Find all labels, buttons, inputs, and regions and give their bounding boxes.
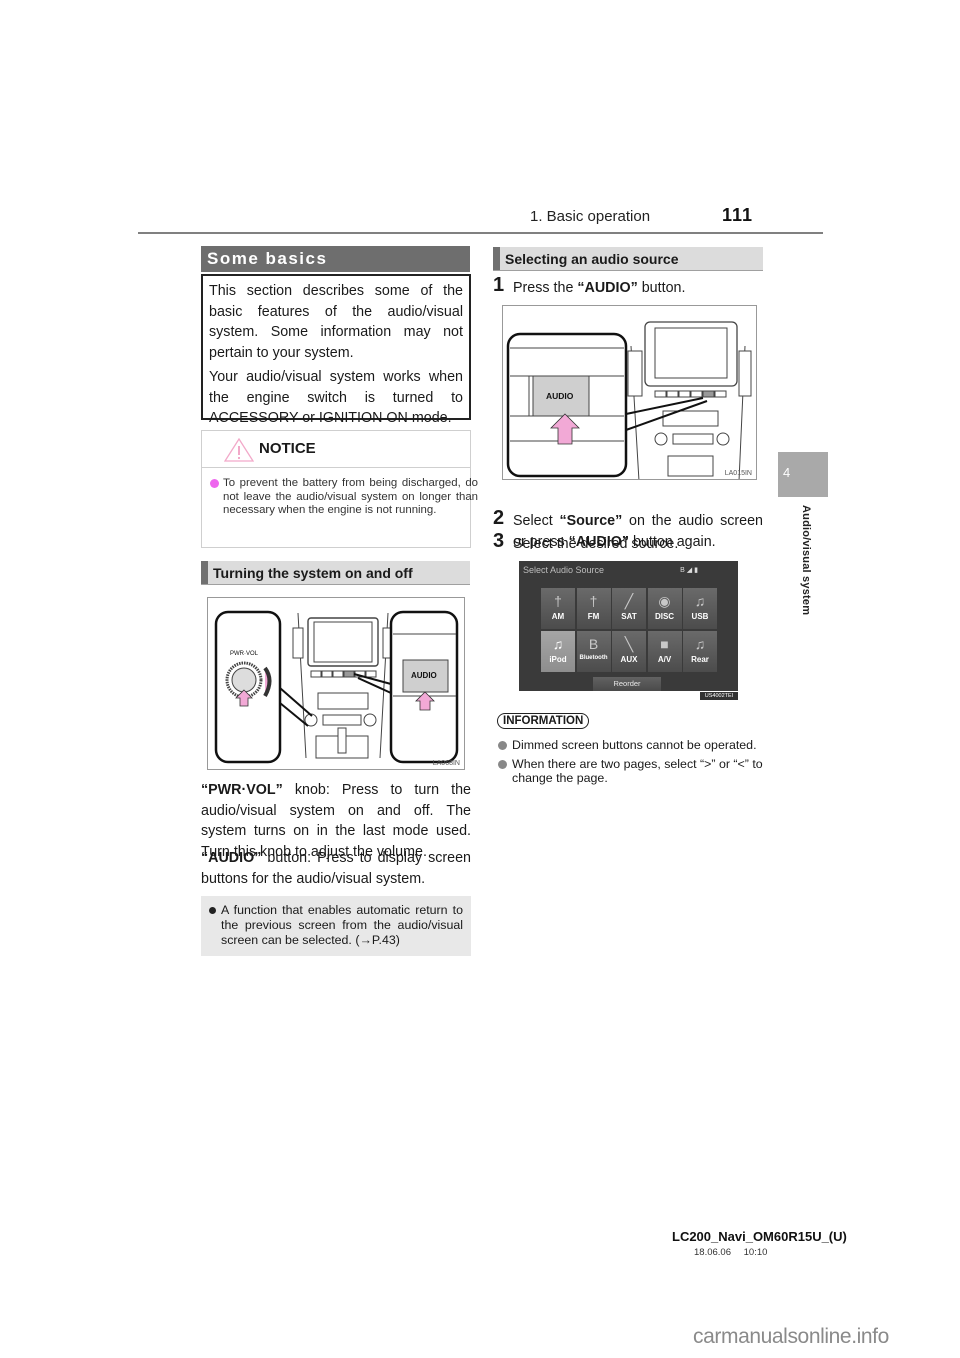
running-header-section: 1. Basic operation — [530, 208, 651, 225]
step-number: 2 — [493, 507, 505, 529]
step-text: Press the “AUDIO” button. — [513, 280, 686, 296]
source-button-rear[interactable]: ♫ Rear — [683, 630, 717, 672]
chapter-number: 4 — [783, 465, 791, 480]
intro-box: This section describes some of the basic… — [201, 274, 471, 426]
warning-triangle-icon — [224, 438, 254, 462]
signal-icon: ◢ — [686, 567, 693, 574]
dashboard-figure: PWR·VOL AUDIO LA068IN — [207, 597, 465, 770]
step-number: 1 — [493, 274, 505, 296]
notice-box: NOTICE To prevent the battery from being… — [201, 430, 478, 548]
information-item: Dimmed screen buttons cannot be operated… — [497, 738, 767, 753]
section-title-some-basics: Some basics — [201, 246, 470, 272]
antenna-icon: † — [589, 593, 598, 609]
step-1: 1 Press the “AUDIO” button. — [493, 274, 768, 300]
source-button-sat[interactable]: ╱ SAT — [612, 588, 646, 629]
audio-button-label: AUDIO — [411, 671, 437, 680]
audio-description: “AUDIO” button: Press to display screen … — [201, 848, 471, 889]
source-button-am[interactable]: † AM — [541, 588, 575, 629]
auto-return-note: A function that enables automatic return… — [201, 896, 471, 956]
print-timestamp: 18.06.06 10:10 — [694, 1247, 767, 1258]
page-number: 111 — [722, 205, 754, 225]
note-text: A function that enables automatic return… — [221, 903, 463, 947]
knob-label: PWR·VOL — [230, 651, 259, 657]
notice-header: NOTICE — [202, 431, 470, 468]
source-button-av[interactable]: ■ A/V — [647, 630, 682, 672]
screen-title: Select Audio Source — [523, 565, 605, 575]
bluetooth-icon: Β — [680, 567, 685, 574]
audio-button-illustration: AUDIO — [506, 321, 752, 479]
notice-text: To prevent the battery from being discha… — [223, 477, 478, 516]
audio-button-figure: AUDIO LA015IN — [502, 305, 757, 480]
chapter-tab[interactable]: 4 — [778, 452, 828, 497]
watermark[interactable]: carmanualsonline.info — [693, 1325, 889, 1349]
source-button-usb[interactable]: ♫ USB — [683, 588, 717, 629]
document-id: LC200_Navi_OM60R15U_(U) — [672, 1229, 847, 1244]
bullet-icon — [498, 741, 507, 750]
bluetooth-icon: Β — [588, 635, 599, 652]
print-time: 10:10 — [743, 1247, 768, 1258]
header-rule — [138, 232, 823, 234]
music-note-icon: ♫ — [552, 635, 564, 652]
bullet-icon — [209, 907, 216, 914]
source-button-bluetooth[interactable]: Β Bluetooth — [576, 630, 611, 672]
audio-term: “AUDIO” — [201, 850, 262, 866]
video-camera-icon: ■ — [660, 635, 669, 652]
pwr-vol-term: “PWR·VOL” — [201, 782, 283, 798]
source-button-disc[interactable]: ◉ DISC — [647, 588, 682, 629]
chapter-title: Audio/visual system — [800, 505, 812, 616]
intro-paragraph: This section describes some of the basic… — [209, 283, 463, 361]
print-date: 18.06.06 — [694, 1247, 731, 1258]
figure-code: LA015IN — [724, 470, 752, 477]
source-button-ipod[interactable]: ♫ iPod — [541, 630, 575, 672]
source-button-grid: † AM † FM ╱ SAT ◉ DISC ♫ USB ♫ iPod Β Bluetooth… — [541, 588, 729, 672]
step-3: 3 Select the desired source. — [493, 530, 768, 556]
cable-icon: ╲ — [624, 635, 634, 652]
status-icons: Β ◢ ▮ — [680, 566, 698, 574]
disc-icon: ◉ — [658, 593, 671, 609]
bullet-icon — [210, 479, 219, 488]
select-audio-source-screen: Select Audio Source Β ◢ ▮ † AM † FM ╱ SAT ◉… — [519, 561, 738, 691]
step-number: 3 — [493, 530, 505, 552]
satellite-icon: ╱ — [624, 593, 634, 609]
audio-button-label: AUDIO — [546, 391, 574, 401]
reorder-button[interactable]: Reorder — [593, 677, 661, 691]
notice-title: NOTICE — [259, 440, 316, 457]
information-badge: INFORMATION — [497, 713, 590, 729]
information-list: Dimmed screen buttons cannot be operated… — [497, 738, 767, 790]
section-title-selecting-source: Selecting an audio source — [493, 247, 763, 271]
dashboard-illustration: PWR·VOL AUDIO — [214, 610, 459, 764]
source-button-fm[interactable]: † FM — [576, 588, 611, 629]
bullet-icon — [498, 759, 507, 769]
music-note-icon: ♫ — [694, 593, 706, 609]
section-title-turning-on-off: Turning the system on and off — [201, 561, 470, 585]
intro-paragraph: Your audio/visual system works when the … — [209, 369, 463, 426]
notice-item: To prevent the battery from being discha… — [210, 477, 478, 518]
source-button-aux[interactable]: ╲ AUX — [612, 630, 646, 672]
music-note-icon: ♫ — [694, 635, 706, 652]
antenna-icon: † — [554, 593, 562, 609]
information-item: When there are two pages, select “>” or … — [497, 757, 767, 786]
figure-code: LA068IN — [432, 760, 460, 767]
step-text: Select the desired source. — [513, 536, 679, 552]
battery-icon: ▮ — [694, 567, 698, 574]
figure-code: US4002TEI — [700, 692, 738, 700]
